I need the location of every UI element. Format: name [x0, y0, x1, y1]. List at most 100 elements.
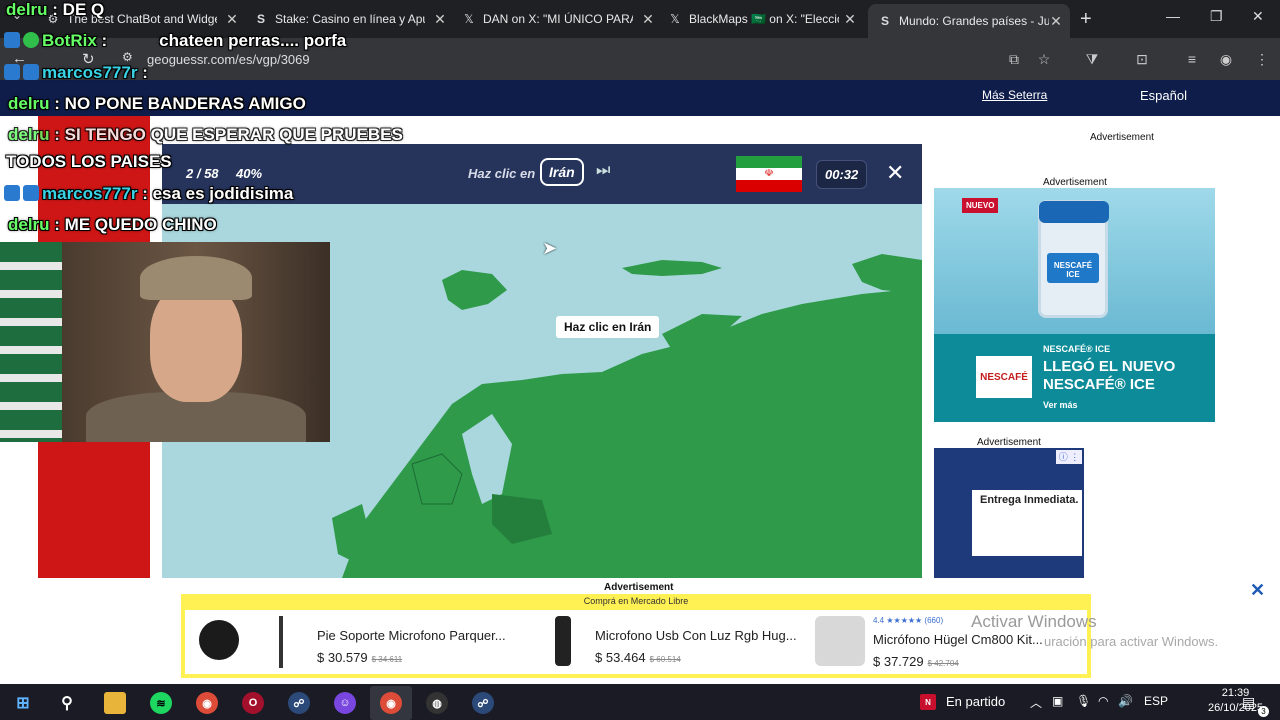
ad-label: Advertisement	[1090, 132, 1154, 143]
product-card[interactable]: Pie Soporte Microfono Parquer... $ 30.57…	[265, 610, 506, 674]
tab-mundo-active[interactable]: S Mundo: Grandes países - Juc ✕	[868, 4, 1070, 38]
chat-text: :	[137, 63, 148, 82]
chat-username: marcos777r	[42, 63, 138, 82]
chat-username: marcos777r	[42, 184, 138, 203]
delivery-ad[interactable]: ⓘ ⋮ Entrega Inmediata.	[934, 448, 1084, 578]
chat-message: delru : SI TENGO QUE ESPERAR QUE PRUEBES	[8, 125, 403, 145]
progress-counter: 2 / 58	[186, 166, 219, 181]
spotify-icon[interactable]: ≋	[150, 692, 172, 714]
site-info-icon[interactable]: ⚙	[122, 50, 133, 64]
skip-icon[interactable]: ⏭	[596, 162, 610, 180]
microphone-icon[interactable]: 🎙	[1076, 694, 1091, 708]
mic-kit-image	[815, 616, 865, 666]
tray-chevron-icon[interactable]: ︿	[1030, 694, 1042, 711]
old-price: $ 42.704	[927, 659, 959, 668]
extensions-icon[interactable]: ⧩	[1082, 50, 1102, 68]
ad-info-icon[interactable]: ⓘ ⋮	[1056, 450, 1082, 464]
mic-stand-image	[279, 616, 283, 668]
chat-text: : ME QUEDO CHINO	[49, 215, 217, 234]
bookmark-star-icon[interactable]: ☆	[1034, 50, 1054, 68]
steam-icon[interactable]: ☍	[472, 692, 494, 714]
close-tab-icon[interactable]: ✕	[842, 11, 858, 28]
volume-icon[interactable]: 🔊	[1118, 694, 1133, 708]
ad-text-box: Entrega Inmediata.	[972, 490, 1082, 556]
chat-username: delru	[8, 215, 50, 234]
new-badge: NUEVO	[962, 198, 999, 213]
cast-icon[interactable]: ⊡	[1132, 50, 1152, 68]
chrome-active-icon[interactable]: ◉	[380, 692, 402, 714]
close-tab-icon[interactable]: ✕	[224, 11, 240, 28]
user-badge-icon	[4, 64, 20, 80]
ad-brand: NESCAFÉ® ICE	[1043, 344, 1111, 354]
chat-message: delru : ME QUEDO CHINO	[8, 215, 217, 235]
media-icon[interactable]: ≡	[1182, 50, 1202, 68]
search-icon[interactable]: ⚲	[56, 692, 78, 714]
product-price: $ 53.464 $ 60.514	[595, 650, 681, 665]
x-logo-icon: 𝕏	[464, 12, 474, 26]
steam-icon[interactable]: ☍	[288, 692, 310, 714]
chat-text: : esa es jodidisima	[137, 184, 294, 203]
flag-stripe-red	[736, 180, 802, 192]
close-tab-icon[interactable]: ✕	[432, 11, 448, 28]
new-tab-icon[interactable]: +	[1080, 8, 1092, 31]
chat-message: delru : NO PONE BANDERAS AMIGO	[8, 94, 306, 114]
menu-icon[interactable]: ⋮	[1252, 50, 1272, 68]
more-seterra-link[interactable]: Más Seterra	[982, 88, 1047, 102]
chat-message: TODOS LOS PAISES	[6, 152, 172, 172]
windows-activation-title: Activar Windows	[971, 612, 1097, 631]
ad-label: Advertisement	[604, 582, 674, 593]
match-status[interactable]: En partido	[946, 694, 1005, 709]
tab-dan-x[interactable]: 𝕏 DAN on X: "MI ÚNICO PARÁ ✕	[462, 6, 656, 32]
camera-icon[interactable]: ▣	[1052, 694, 1063, 708]
flag-stripe-green	[736, 156, 802, 168]
user-badge-icon	[4, 185, 20, 201]
window-close-icon[interactable]: ✕	[1252, 8, 1264, 25]
streamer-face	[150, 282, 242, 402]
tab-blackmaps-x[interactable]: 𝕏 BlackMaps 🇸🇦 on X: "Elecció ✕	[668, 6, 858, 32]
chat-text: : DE Q	[47, 0, 105, 19]
language-indicator[interactable]: ESP	[1144, 694, 1168, 708]
close-game-icon[interactable]: ✕	[886, 160, 904, 186]
ad-headline: LLEGÓ EL NUEVO NESCAFÉ® ICE	[1043, 358, 1176, 393]
price-value: $ 53.464	[595, 650, 646, 665]
old-price: $ 34.611	[371, 655, 403, 664]
address-bar[interactable]: geoguessr.com/es/vgp/3069	[147, 52, 310, 67]
obs-icon[interactable]: ◍	[426, 692, 448, 714]
install-app-icon[interactable]: ⧉	[1004, 50, 1024, 68]
chat-message: delru : DE Q	[6, 0, 104, 20]
minimize-icon[interactable]: —	[1166, 8, 1180, 24]
opera-icon[interactable]: O	[242, 692, 264, 714]
ver-mas-link[interactable]: Ver más	[1043, 400, 1078, 410]
product-card[interactable]: Microfono Usb Con Luz Rgb Hug... $ 53.46…	[545, 610, 805, 674]
notification-icon[interactable]: ▤	[1242, 694, 1255, 711]
scarf-image	[0, 242, 62, 442]
jar-lid	[1039, 201, 1109, 223]
iran-flag: ☫	[736, 156, 802, 192]
chrome-icon[interactable]: ◉	[196, 692, 218, 714]
verified-badge-icon	[23, 32, 39, 48]
profile-avatar-icon[interactable]: ◉	[1216, 50, 1236, 68]
nescafe-ad[interactable]: NUEVO NESCAFÉ ICE NESCAFÉ NESCAFÉ® ICE L…	[934, 188, 1215, 422]
product-price: $ 30.579 $ 34.611	[317, 650, 402, 665]
chat-message: marcos777r : esa es jodidisima	[4, 184, 293, 204]
flag-stripe-white: ☫	[736, 168, 802, 180]
ad-headline: Entrega Inmediata.	[980, 494, 1079, 506]
notification-count-badge: 3	[1258, 706, 1269, 717]
discord-icon[interactable]: ☺	[334, 692, 356, 714]
language-selector[interactable]: Español	[1140, 88, 1187, 103]
tab-stake[interactable]: S Stake: Casino en línea y Apu ✕	[254, 6, 448, 32]
restore-icon[interactable]: ❐	[1210, 8, 1223, 25]
start-windows-icon[interactable]: ⊞	[12, 692, 34, 714]
product-title: Microfono Usb Con Luz Rgb Hug...	[595, 628, 797, 643]
close-tab-icon[interactable]: ✕	[1048, 13, 1064, 30]
close-tab-icon[interactable]: ✕	[640, 11, 656, 28]
close-ad-icon[interactable]: ✕	[1250, 580, 1265, 601]
mercadolibre-ad[interactable]: Comprá en Mercado Libre Pie Soporte Micr…	[181, 594, 1091, 678]
price-value: $ 30.579	[317, 650, 368, 665]
wifi-icon[interactable]: ◠	[1098, 694, 1108, 708]
bot-badge-icon	[4, 32, 20, 48]
ad-label: Advertisement	[977, 437, 1041, 448]
file-explorer-icon[interactable]	[104, 692, 126, 714]
chat-username: BotRix	[42, 31, 97, 50]
nba-icon[interactable]: N	[920, 694, 936, 710]
